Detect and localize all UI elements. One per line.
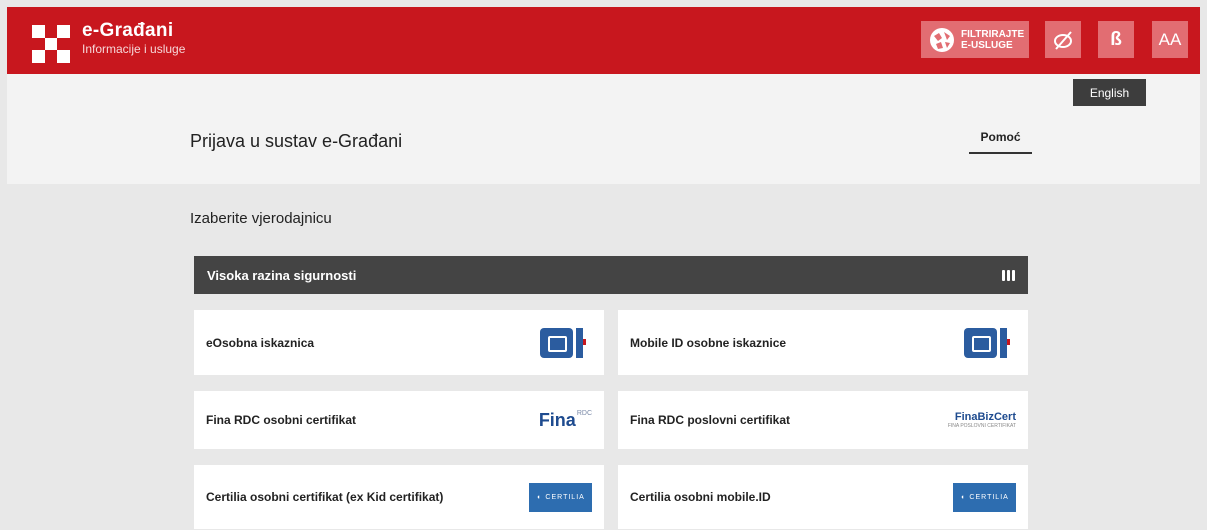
font-size-label: AA <box>1158 29 1182 49</box>
credential-label: Fina RDC poslovni certifikat <box>630 413 791 427</box>
credential-card-eosobna[interactable]: eOsobna iskaznica <box>194 310 604 375</box>
certilia-logo-text: CERTILIA <box>969 493 1009 501</box>
eo-logo-icon <box>964 327 1016 359</box>
brand-title: e-Građani <box>82 20 174 41</box>
certilia-logo-icon: ◖ CERTILIA <box>529 482 592 512</box>
credential-card-certilia-personal[interactable]: Certilia osobni certifikat (ex Kid certi… <box>194 465 604 529</box>
filter-eservices-button[interactable]: FILTRIRAJTE E-USLUGE <box>921 21 1029 58</box>
filter-label-line2: E-USLUGE <box>961 39 1013 51</box>
filter-label-line1: FILTRIRAJTE <box>961 28 1025 40</box>
language-tooltip[interactable]: English <box>1073 79 1146 106</box>
certilia-c-icon: ◖ <box>536 493 542 501</box>
security-level-icon <box>1002 269 1015 281</box>
fina-logo-small: RDC <box>576 409 592 417</box>
top-bar: e-Građani Informacije i usluge FILTRIRAJ… <box>7 7 1200 74</box>
brand-subtitle: Informacije i usluge <box>82 42 186 56</box>
credential-card-fina-rdc-personal[interactable]: Fina RDC osobni certifikat Fina RDC <box>194 391 604 449</box>
font-size-button[interactable]: AA <box>1152 21 1188 58</box>
security-level-label: Visoka razina sigurnosti <box>207 267 357 283</box>
help-link[interactable]: Pomoć <box>969 130 1032 154</box>
fina-rdc-logo-icon: Fina RDC <box>539 410 592 431</box>
filter-globe-icon <box>930 27 954 52</box>
credential-label: Certilia osobni certifikat (ex Kid certi… <box>206 490 444 504</box>
fina-logo-text: Fina <box>538 409 576 430</box>
dyslexic-font-button[interactable]: ß <box>1098 21 1134 58</box>
eye-slash-icon <box>1054 30 1072 50</box>
certilia-c-icon: ◖ <box>960 493 966 501</box>
certilia-logo-text: CERTILIA <box>545 493 585 501</box>
security-level-bar[interactable]: Visoka razina sigurnosti <box>194 256 1028 294</box>
page-title: Prijava u sustav e-Građani <box>190 131 403 151</box>
credential-card-certilia-mobile[interactable]: Certilia osobni mobile.ID ◖ CERTILIA <box>618 465 1028 529</box>
credential-label: Fina RDC osobni certifikat <box>206 413 357 427</box>
accessibility-visibility-button[interactable] <box>1045 21 1081 58</box>
checkerboard-logo-icon <box>32 25 70 63</box>
credential-label: Certilia osobni mobile.ID <box>630 490 771 504</box>
credential-label: eOsobna iskaznica <box>206 335 315 350</box>
credential-label: Mobile ID osobne iskaznice <box>630 335 787 350</box>
dyslexic-font-icon: ß <box>1110 28 1122 50</box>
credential-card-fina-rdc-business[interactable]: Fina RDC poslovni certifikat FinaBizCert… <box>618 391 1028 449</box>
credential-card-mobile-id[interactable]: Mobile ID osobne iskaznice <box>618 310 1028 375</box>
brand[interactable]: e-Građani Informacije i usluge <box>32 20 185 63</box>
finabiz-logo-small: FINA POSLOVNI CERTIFIKAT <box>947 423 1016 429</box>
login-header-panel: Prijava u sustav e-Građani Pomoć <box>7 74 1200 184</box>
eo-logo-icon <box>540 327 592 359</box>
fina-bizcert-logo-icon: FinaBizCert FINA POSLOVNI CERTIFIKAT <box>948 411 1016 429</box>
certilia-logo-icon: ◖ CERTILIA <box>953 482 1016 512</box>
section-title: Izaberite vjerodajnicu <box>190 210 332 227</box>
finabiz-logo-text: FinaBizCert <box>954 411 1016 423</box>
